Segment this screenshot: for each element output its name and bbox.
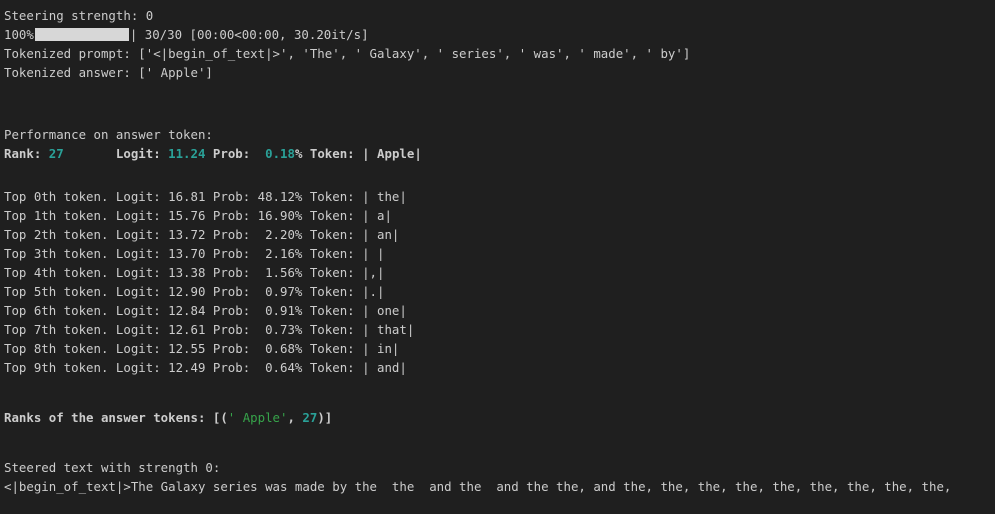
top-tokens-list: Top 0th token. Logit: 16.81 Prob: 48.12%… bbox=[4, 187, 995, 377]
logit-label: Logit: bbox=[63, 146, 169, 161]
ranks-rank-value: 27 bbox=[302, 410, 318, 425]
rank-label: Rank: bbox=[4, 146, 49, 161]
tokenized-answer: Tokenized answer: [' Apple'] bbox=[4, 65, 213, 80]
progress-line: 100% | 30/30 [00:00<00:00, 30.20it/s] bbox=[4, 25, 995, 44]
steered-header: Steered text with strength 0: bbox=[4, 460, 221, 475]
steered-text: <|begin_of_text|>The Galaxy series was m… bbox=[4, 479, 952, 494]
prob-value: 0.18 bbox=[265, 146, 295, 161]
answer-ranks-line: Ranks of the answer tokens: [(' Apple', … bbox=[4, 408, 995, 427]
ranks-prefix: Ranks of the answer tokens: [( bbox=[4, 410, 228, 425]
top-token-row: Top 4th token. Logit: 13.38 Prob: 1.56% … bbox=[4, 265, 385, 280]
ranks-suffix: )] bbox=[317, 410, 333, 425]
answer-performance-line: Rank: 27 Logit: 11.24 Prob: 0.18% Token:… bbox=[4, 144, 995, 163]
cell-output: Steering strength: 0 100% | 30/30 [00:00<… bbox=[0, 0, 995, 496]
progress-bar bbox=[34, 28, 129, 41]
steering-strength-line: Steering strength: 0 bbox=[4, 8, 154, 23]
top-token-row: Top 3th token. Logit: 13.70 Prob: 2.16% … bbox=[4, 246, 385, 261]
top-token-row: Top 9th token. Logit: 12.49 Prob: 0.64% … bbox=[4, 360, 407, 375]
ranks-token-string: ' Apple' bbox=[227, 410, 288, 425]
tokenized-prompt: Tokenized prompt: ['<|begin_of_text|>', … bbox=[4, 46, 691, 61]
progress-stats: | 30/30 [00:00<00:00, 30.20it/s] bbox=[129, 27, 369, 42]
logit-value: 11.24 bbox=[168, 146, 206, 161]
rank-value: 27 bbox=[48, 146, 64, 161]
top-token-row: Top 1th token. Logit: 15.76 Prob: 16.90%… bbox=[4, 208, 392, 223]
top-token-row: Top 2th token. Logit: 13.72 Prob: 2.20% … bbox=[4, 227, 400, 242]
top-token-row: Top 7th token. Logit: 12.61 Prob: 0.73% … bbox=[4, 322, 415, 337]
top-token-row: Top 0th token. Logit: 16.81 Prob: 48.12%… bbox=[4, 189, 407, 204]
progress-percent: 100% bbox=[4, 27, 34, 42]
performance-header: Performance on answer token: bbox=[4, 127, 213, 142]
answer-token: % Token: | Apple| bbox=[294, 146, 422, 161]
prob-label: Prob: bbox=[205, 146, 266, 161]
top-token-row: Top 6th token. Logit: 12.84 Prob: 0.91% … bbox=[4, 303, 407, 318]
top-token-row: Top 8th token. Logit: 12.55 Prob: 0.68% … bbox=[4, 341, 400, 356]
ranks-separator: , bbox=[287, 410, 303, 425]
top-token-row: Top 5th token. Logit: 12.90 Prob: 0.97% … bbox=[4, 284, 385, 299]
